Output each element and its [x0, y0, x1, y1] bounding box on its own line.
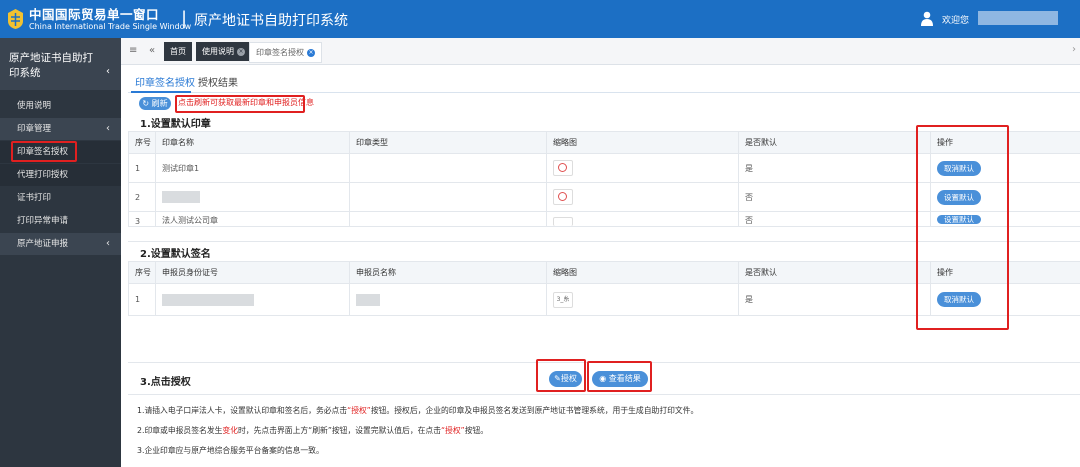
- chevron-right-icon[interactable]: ›: [1072, 44, 1076, 55]
- col-header-declarant-id: 申报员身份证号: [155, 261, 350, 284]
- instruction-line-2: 2.印章或申报员签名发生变化时，先点击界面上方“刷新”按钮，设置完默认值后，在点…: [137, 426, 489, 435]
- subtab-divider: [128, 92, 1080, 93]
- col-header-seal-type: 印章类型: [349, 131, 547, 154]
- highlight-box-authorize: [536, 359, 586, 392]
- top-bar: 中国国际贸易单一窗口 China International Trade Sin…: [0, 0, 1080, 38]
- subtab-seal-signature-auth[interactable]: 印章签名授权: [135, 74, 195, 89]
- col-header-no: 序号: [128, 261, 156, 284]
- tab-seal-signature-auth[interactable]: 印章签名授权 ×: [249, 42, 322, 63]
- menu-toggle-icon[interactable]: ≡: [129, 45, 137, 56]
- double-chevron-left-icon[interactable]: «: [149, 45, 155, 56]
- tab-usage[interactable]: 使用说明 ×: [196, 42, 251, 61]
- sidebar-header[interactable]: 原产地证书自助打印系统 ‹: [0, 38, 121, 90]
- section-title-authorize: 3.点击授权: [140, 377, 191, 388]
- tab-bar: ≡ « 首页 使用说明 × 印章签名授权 ×: [121, 38, 1080, 65]
- section-title-default-seal: 1.设置默认印章: [140, 119, 211, 130]
- sidebar-item-print-exception[interactable]: 打印异常申请: [0, 210, 121, 232]
- sidebar-item-certificate-print[interactable]: 证书打印: [0, 187, 121, 209]
- sidebar-title: 原产地证书自助打印系统: [9, 52, 93, 79]
- redacted-declarant-id: [162, 293, 254, 306]
- chevron-left-icon: ‹: [106, 238, 110, 249]
- tab-home[interactable]: 首页: [164, 42, 192, 61]
- redacted-declarant-name: [356, 293, 380, 306]
- instruction-line-1: 1.请插入电子口岸法人卡，设置默认印章和签名后，务必点击“授权”按钮。授权后，企…: [137, 406, 699, 415]
- highlight-box-view-result: [587, 361, 652, 392]
- sidebar-item-agent-print-auth[interactable]: 代理打印授权: [0, 164, 121, 186]
- col-header-is-default: 是否默认: [738, 261, 931, 284]
- col-header-declarant-name: 申报员名称: [349, 261, 547, 284]
- sidebar-item-seal-management[interactable]: 印章管理 ‹: [0, 118, 121, 140]
- brand-name-en: China International Trade Single Window: [29, 22, 192, 31]
- seal-thumbnail: [553, 217, 573, 226]
- refresh-button[interactable]: ↻ 刷新: [139, 97, 171, 110]
- seal-thumbnail: [553, 189, 573, 205]
- col-header-thumbnail: 缩略图: [546, 261, 739, 284]
- refresh-icon: ↻: [142, 99, 150, 108]
- section-divider: [128, 394, 1080, 395]
- brand-name-cn: 中国国际贸易单一窗口: [29, 7, 160, 22]
- instruction-line-3: 3.企业印章应与原产地综合服务平台备案的信息一致。: [137, 446, 324, 455]
- highlight-box-sidebar: [11, 141, 77, 162]
- seal-thumbnail: [553, 160, 573, 176]
- redacted-seal-name: [162, 191, 200, 203]
- chevron-left-icon[interactable]: ‹: [106, 66, 110, 77]
- highlight-box-refresh-note: [175, 95, 305, 113]
- subtab-auth-result[interactable]: 授权结果: [198, 74, 238, 89]
- col-header-no: 序号: [128, 131, 156, 154]
- signature-thumbnail: 3_糸: [553, 291, 573, 308]
- chevron-left-icon: ‹: [106, 123, 110, 134]
- header-divider: |: [181, 8, 188, 29]
- system-title: 原产地证书自助打印系统: [194, 13, 348, 29]
- col-header-is-default: 是否默认: [738, 131, 931, 154]
- subtab-active-indicator: [131, 91, 191, 93]
- highlight-box-actions: [916, 125, 1009, 330]
- sidebar-item-usage[interactable]: 使用说明: [0, 95, 121, 117]
- user-name-redacted: [978, 11, 1058, 25]
- section-title-default-signature: 2.设置默认签名: [140, 249, 211, 260]
- welcome-text: 欢迎您: [942, 16, 970, 26]
- sidebar-item-origin-declaration[interactable]: 原产地证申报 ‹: [0, 233, 121, 255]
- single-window-logo-icon: [8, 9, 23, 29]
- close-icon[interactable]: ×: [237, 47, 245, 56]
- close-icon[interactable]: ×: [307, 48, 315, 57]
- user-icon[interactable]: [920, 11, 934, 26]
- col-header-seal-name: 印章名称: [155, 131, 350, 154]
- col-header-thumbnail: 缩略图: [546, 131, 739, 154]
